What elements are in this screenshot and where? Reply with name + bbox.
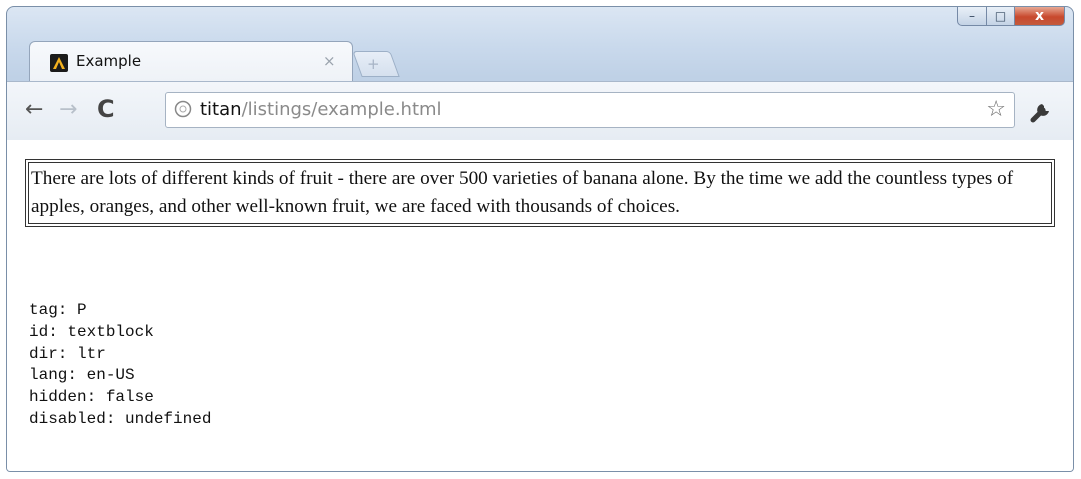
wrench-icon[interactable]: [1027, 96, 1057, 126]
property-line: id: textblock: [29, 322, 154, 341]
page-content: There are lots of different kinds of fru…: [7, 140, 1073, 471]
tab-example[interactable]: Example ×: [29, 41, 353, 82]
app-logo-icon: [50, 54, 68, 72]
bookmark-star-icon[interactable]: ☆: [986, 97, 1006, 122]
property-line: dir: ltr: [29, 344, 106, 363]
address-bar[interactable]: titan/listings/example.html ☆: [165, 92, 1015, 128]
minimize-button[interactable]: –: [957, 7, 987, 26]
toolbar: ← → C titan/listings/example.html ☆: [7, 81, 1073, 141]
forward-arrow-icon[interactable]: →: [59, 97, 77, 122]
url-host: titan: [200, 99, 242, 120]
property-line: tag: P: [29, 301, 87, 319]
tab-close-icon[interactable]: ×: [323, 52, 336, 70]
textblock-paragraph: There are lots of different kinds of fru…: [25, 159, 1055, 227]
new-tab-button[interactable]: +: [352, 51, 400, 77]
browser-window: – □ x Example × + ← → C titan/listings/e…: [6, 6, 1074, 472]
element-properties: tag: P id: textblock dir: ltr lang: en-U…: [29, 300, 211, 431]
back-arrow-icon[interactable]: ←: [25, 97, 43, 122]
reload-icon[interactable]: C: [97, 95, 115, 123]
tab-title: Example: [76, 52, 142, 70]
plus-icon: +: [367, 55, 380, 73]
property-line: hidden: false: [29, 388, 154, 407]
url-text: titan/listings/example.html: [200, 99, 442, 120]
property-line: lang: en-US: [29, 366, 135, 385]
close-window-button[interactable]: x: [1015, 7, 1065, 26]
maximize-button[interactable]: □: [987, 7, 1015, 26]
globe-icon: [174, 100, 192, 118]
property-line: disabled: undefined: [29, 409, 212, 428]
url-path: /listings/example.html: [241, 99, 442, 120]
window-controls: – □ x: [957, 7, 1065, 26]
